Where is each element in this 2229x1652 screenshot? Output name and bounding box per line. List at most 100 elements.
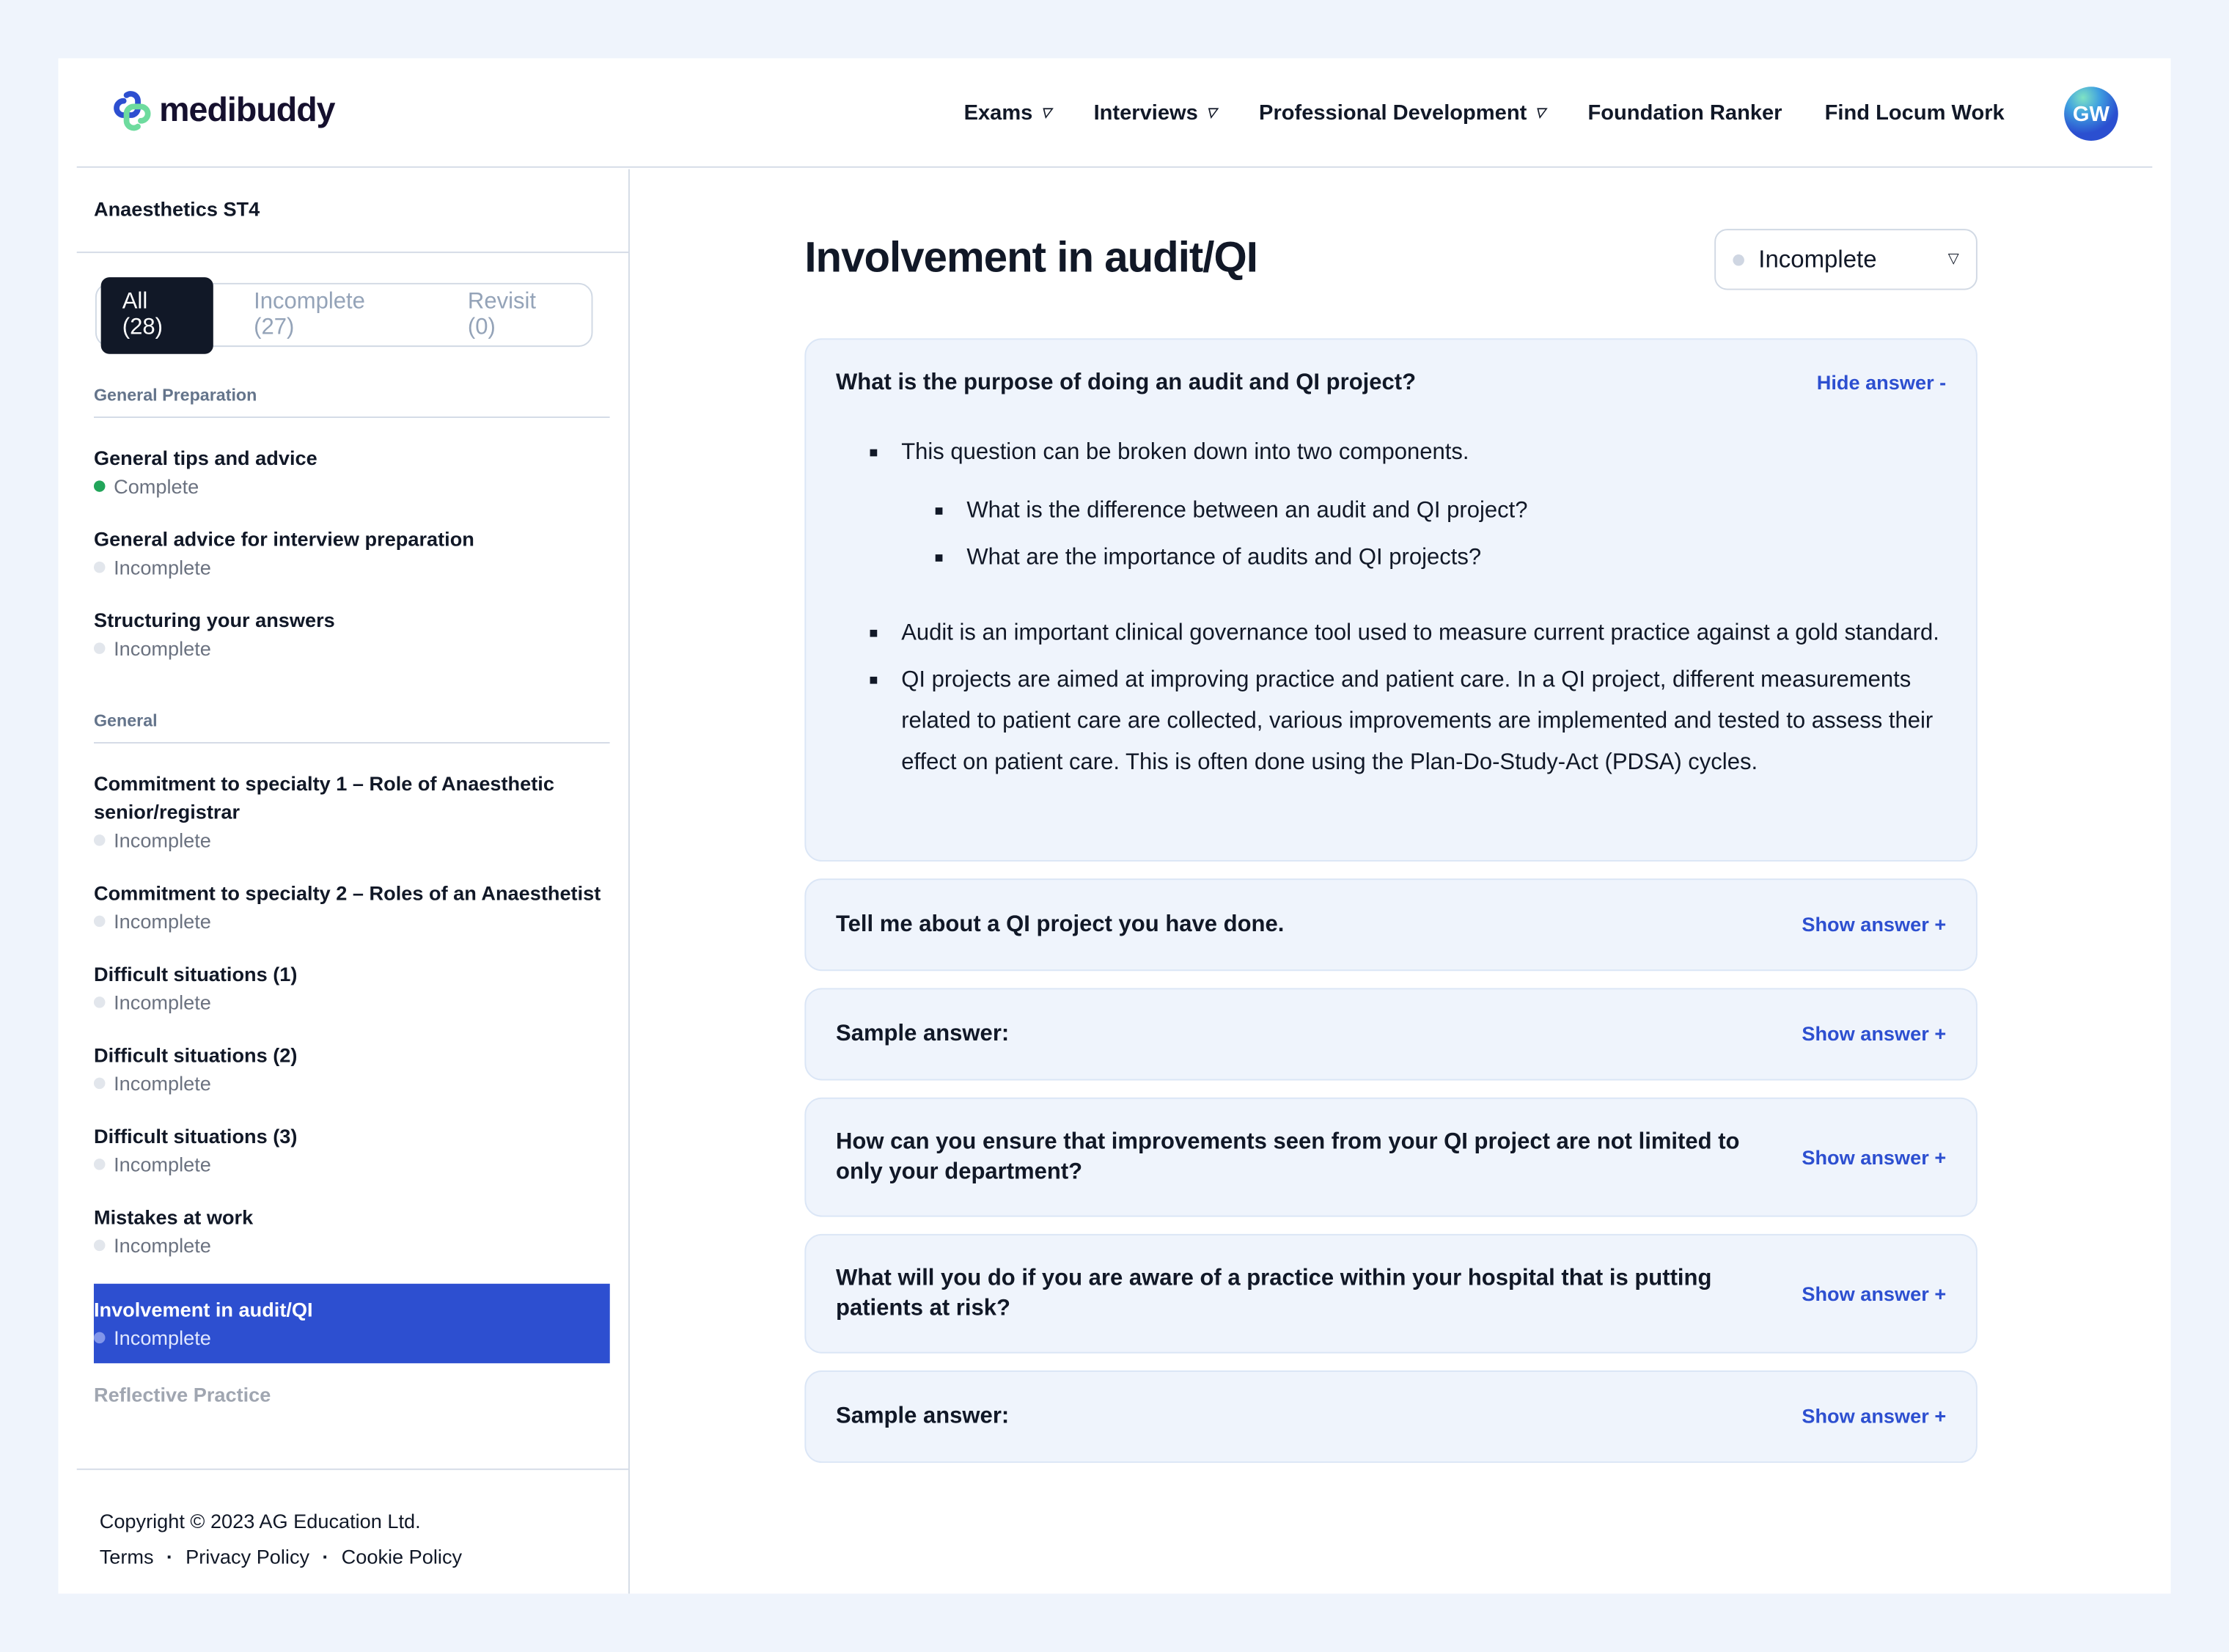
status-label: Incomplete	[114, 1071, 211, 1095]
nav-find-locum-work[interactable]: Find Locum Work	[1825, 101, 2005, 125]
question-header[interactable]: How can you ensure that improvements see…	[836, 1127, 1946, 1186]
nav-label: Interviews	[1093, 100, 1198, 125]
sidebar-item[interactable]: Involvement in audit/QI Incomplete	[93, 1283, 610, 1364]
sub-bullets: What is the difference between an audit …	[935, 491, 1946, 579]
show-answer-button[interactable]: Show answer +	[1802, 1402, 1946, 1432]
sidebar-item[interactable]: General advice for interview preparation…	[93, 524, 610, 581]
status-label: Incomplete	[114, 1326, 211, 1349]
question-card: Sample answer: Show answer +	[804, 988, 1978, 1081]
tab-all[interactable]: All (28)	[100, 276, 213, 353]
status-dot	[93, 996, 106, 1008]
status-dot	[93, 642, 106, 654]
privacy-link[interactable]: Privacy Policy	[186, 1545, 309, 1568]
question-header[interactable]: Sample answer: Show answer +	[836, 1019, 1946, 1049]
status-dot	[93, 1077, 106, 1090]
answer-bullet: Audit is an important clinical governanc…	[870, 613, 1946, 654]
question-header[interactable]: Sample answer: Show answer +	[836, 1402, 1946, 1432]
question-header[interactable]: Tell me about a QI project you have done…	[836, 910, 1946, 940]
sidebar-item-title: Difficult situations (3)	[93, 1124, 298, 1148]
status-label: Incomplete	[114, 991, 211, 1014]
footer-links: Terms · Privacy Policy · Cookie Policy	[100, 1540, 606, 1575]
answer-bullet: QI projects are aimed at improving pract…	[870, 660, 1946, 784]
status-label: Incomplete	[114, 829, 211, 852]
question-header[interactable]: What is the purpose of doing an audit an…	[836, 368, 1946, 398]
nav-interviews[interactable]: Interviews ▽	[1094, 101, 1216, 125]
tab-revisit[interactable]: Revisit (0)	[447, 276, 587, 353]
group-heading-next: Reflective Practice	[93, 1383, 271, 1406]
status-dot	[93, 561, 106, 573]
sidebar-item[interactable]: Difficult situations (2) Incomplete	[93, 1040, 610, 1098]
cookie-link[interactable]: Cookie Policy	[342, 1545, 462, 1568]
sub-bullet: What are the importance of audits and QI…	[935, 537, 1946, 579]
copyright: Copyright © 2023 AG Education Ltd.	[99, 1510, 421, 1533]
separator: ·	[322, 1545, 329, 1568]
main-nav: Exams ▽ Interviews ▽ Professional Developmen…	[964, 101, 2005, 125]
sidebar-item[interactable]: Difficult situations (3) Incomplete	[93, 1122, 610, 1179]
caret-down-icon: ▽	[1040, 105, 1051, 120]
show-answer-button[interactable]: Show answer +	[1802, 1142, 1946, 1172]
show-answer-button[interactable]: Show answer +	[1802, 910, 1946, 940]
nav-label: Exams	[963, 100, 1033, 125]
status-dot	[1733, 254, 1744, 265]
bullet-text: This question can be broken down into tw…	[901, 441, 1469, 465]
sidebar-item[interactable]: Commitment to specialty 1 – Role of Anae…	[93, 769, 610, 854]
user-avatar[interactable]: GW	[2064, 87, 2118, 141]
status-dot	[93, 1159, 106, 1170]
sidebar-item-title: Difficult situations (1)	[93, 962, 298, 985]
status-dot	[93, 834, 106, 846]
nav-label: Foundation Ranker	[1587, 100, 1782, 125]
nav-professional-development[interactable]: Professional Development ▽	[1259, 101, 1545, 125]
logo[interactable]: medibuddy	[111, 89, 336, 132]
page-title: Involvement in audit/QI	[804, 234, 1258, 282]
separator: ·	[166, 1545, 173, 1568]
status-dot	[93, 1239, 106, 1252]
sidebar-item[interactable]: Structuring your answers Incomplete	[93, 606, 610, 663]
show-answer-button[interactable]: Show answer +	[1802, 1019, 1946, 1049]
status-select-value: Incomplete	[1758, 245, 1877, 273]
status-label: Incomplete	[114, 1233, 211, 1257]
terms-link[interactable]: Terms	[100, 1545, 154, 1568]
sidebar-item[interactable]: Difficult situations (1) Incomplete	[93, 960, 610, 1017]
question-card: Sample answer: Show answer +	[804, 1370, 1978, 1464]
sidebar-item-title: Difficult situations (2)	[93, 1043, 298, 1067]
sidebar-item[interactable]: General tips and advice Complete	[93, 444, 610, 501]
tab-incomplete[interactable]: Incomplete (27)	[232, 276, 427, 353]
question-text: How can you ensure that improvements see…	[836, 1130, 1740, 1185]
medibuddy-logo-icon	[114, 91, 151, 131]
hide-answer-button[interactable]: Hide answer -	[1817, 368, 1946, 398]
sidebar-item-title: Mistakes at work	[93, 1205, 254, 1229]
status-dot	[93, 480, 106, 492]
question-list: What is the purpose of doing an audit an…	[804, 338, 1978, 1480]
nav-exams[interactable]: Exams ▽	[964, 101, 1051, 125]
nav-label: Professional Development	[1259, 100, 1527, 125]
sidebar: Anaesthetics ST4 All (28) Incomplete (27)…	[76, 169, 630, 1594]
answer-bullet: This question can be broken down into tw…	[870, 432, 1946, 579]
sidebar-item-title: Commitment to specialty 1 – Role of Anae…	[93, 771, 554, 823]
status-label: Incomplete	[114, 556, 211, 579]
sidebar-item-title: Involvement in audit/QI	[93, 1298, 313, 1321]
question-card: Tell me about a QI project you have done…	[804, 878, 1978, 972]
status-dot	[93, 915, 106, 928]
sidebar-title: Anaesthetics ST4	[93, 197, 260, 221]
sidebar-item-status: Incomplete	[93, 907, 610, 936]
status-select[interactable]: Incomplete ▽	[1714, 229, 1978, 290]
divider	[76, 252, 628, 254]
question-text: Sample answer:	[836, 1404, 1010, 1429]
sidebar-item[interactable]: Mistakes at work Incomplete	[93, 1203, 610, 1260]
nav-foundation-ranker[interactable]: Foundation Ranker	[1588, 101, 1782, 125]
question-header[interactable]: What will you do if you are aware of a p…	[836, 1264, 1946, 1324]
sidebar-item-status: Complete	[93, 472, 610, 501]
status-label: Incomplete	[114, 909, 211, 933]
sidebar-item-status: Incomplete	[93, 553, 610, 581]
sidebar-item-title: General tips and advice	[93, 446, 317, 469]
caret-down-icon: ▽	[1947, 252, 1959, 268]
show-answer-button[interactable]: Show answer +	[1802, 1279, 1946, 1309]
sidebar-item[interactable]: Commitment to specialty 2 – Roles of an …	[93, 878, 610, 936]
status-label: Incomplete	[114, 1153, 211, 1176]
nav-label: Find Locum Work	[1824, 100, 2005, 125]
topic-list[interactable]: General Preparation General tips and advi…	[93, 385, 610, 1465]
status-label: Complete	[114, 474, 199, 498]
logo-text: medibuddy	[159, 91, 335, 130]
sidebar-item-status: Incomplete	[93, 634, 610, 663]
filter-tabs: All (28) Incomplete (27) Revisit (0)	[95, 276, 593, 353]
